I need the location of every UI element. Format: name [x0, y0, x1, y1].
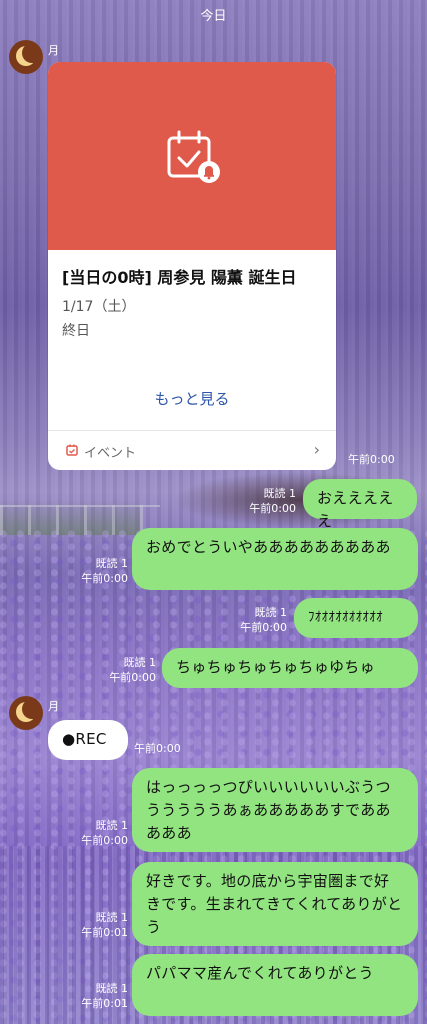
date-separator: 今日 — [200, 9, 227, 24]
message-meta: 既読 1 午前0:01 — [81, 981, 128, 1011]
outgoing-message-bubble[interactable]: おめでとういやあああああああああ — [132, 528, 418, 590]
message-meta: 既読 1 午前0:00 — [249, 486, 296, 516]
message-time: 午前0:00 — [134, 742, 181, 755]
event-date: 1/17（土） — [62, 299, 136, 315]
message-meta: 既読 1 午前0:00 — [81, 818, 128, 848]
sender-name: 月 — [48, 700, 59, 713]
outgoing-message-bubble[interactable]: パパママ産んでくれてありがとう — [132, 954, 418, 1016]
message-time: 午前0:00 — [240, 621, 287, 634]
event-card[interactable]: [当日の0時] 周参見 陽薫 誕生日 1/17（土） 終日 もっと見る イベント… — [48, 62, 336, 470]
read-receipt: 既読 1 — [95, 557, 129, 570]
event-footer-label: イベント — [84, 446, 137, 461]
message-meta: 既読 1 午前0:00 — [109, 655, 156, 685]
sender-name: 月 — [48, 44, 59, 57]
event-all-day: 終日 — [62, 323, 90, 339]
calendar-check-icon — [167, 130, 220, 183]
message-meta: 既読 1 午前0:00 — [81, 556, 128, 586]
outgoing-message-bubble[interactable]: ちゅちゅちゅちゅちゅゆちゅ — [162, 648, 418, 688]
message-meta: 既読 1 午前0:00 — [240, 605, 287, 635]
incoming-message-bubble[interactable]: ●REC — [48, 720, 128, 760]
read-receipt: 既読 1 — [263, 487, 297, 500]
outgoing-message-bubble[interactable]: おえええええ — [303, 479, 417, 530]
event-title: [当日の0時] 周参見 陽薫 誕生日 — [62, 268, 297, 287]
read-receipt: 既読 1 — [95, 911, 129, 924]
chevron-right-icon: › — [313, 440, 320, 459]
message-time: 午前0:01 — [81, 997, 128, 1010]
message-time: 午前0:00 — [81, 834, 128, 847]
see-more-link[interactable]: もっと見る — [48, 388, 336, 409]
sender-avatar[interactable] — [9, 696, 43, 730]
message-time: 午前0:01 — [81, 926, 128, 939]
read-receipt: 既読 1 — [95, 982, 129, 995]
read-receipt: 既読 1 — [254, 606, 288, 619]
event-card-footer[interactable]: イベント › — [48, 430, 336, 470]
message-meta: 既読 1 午前0:01 — [81, 910, 128, 940]
message-time: 午前0:00 — [81, 572, 128, 585]
outgoing-message-bubble[interactable]: 好きです。地の底から宇宙圏まで好きです。生まれてきてくれてありがとう — [132, 862, 418, 946]
read-receipt: 既読 1 — [95, 819, 129, 832]
calendar-icon — [66, 444, 78, 456]
sender-avatar[interactable] — [9, 40, 43, 74]
message-time: 午前0:00 — [348, 453, 395, 466]
outgoing-message-bubble[interactable]: はっっっっつぴいいいいいいぶうつうううううあぁあああああすであああああ — [132, 768, 418, 852]
read-receipt: 既読 1 — [123, 656, 157, 669]
outgoing-message-bubble[interactable]: ﾌｵｵｵｵｵｵｵｵｵｵ — [294, 598, 418, 638]
message-time: 午前0:00 — [109, 671, 156, 684]
message-time: 午前0:00 — [249, 502, 296, 515]
event-card-header — [48, 62, 336, 250]
